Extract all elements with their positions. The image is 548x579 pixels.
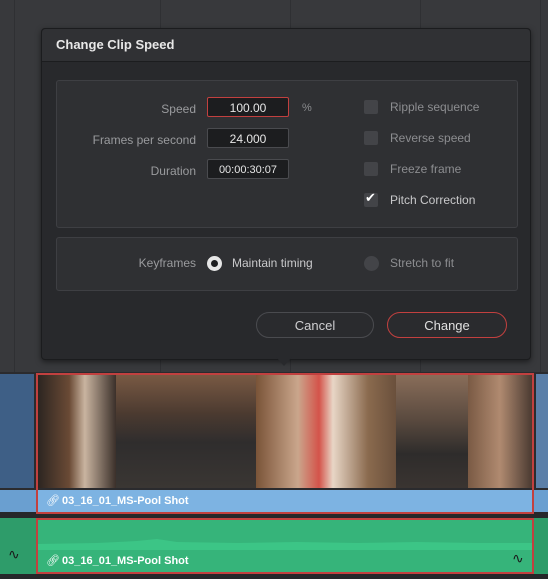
stretch-to-fit-label: Stretch to fit bbox=[390, 256, 455, 270]
selected-audio-clip-outline bbox=[36, 518, 534, 574]
speed-unit: % bbox=[302, 102, 312, 114]
freeze-frame-label: Freeze frame bbox=[390, 162, 462, 176]
pitch-correction-label: Pitch Correction bbox=[390, 193, 476, 207]
speed-label: Speed bbox=[161, 102, 196, 116]
dialog-title: Change Clip Speed bbox=[56, 37, 175, 52]
selected-video-clip-outline bbox=[36, 373, 534, 514]
ripple-sequence-label: Ripple sequence bbox=[390, 100, 480, 114]
fps-label: Frames per second bbox=[92, 133, 196, 147]
maintain-timing-label: Maintain timing bbox=[232, 256, 313, 270]
stretch-to-fit-radio[interactable] bbox=[364, 256, 379, 271]
speed-input[interactable]: 100.00 bbox=[207, 97, 289, 117]
ripple-sequence-checkbox[interactable] bbox=[364, 100, 378, 114]
dialog-title-bar[interactable]: Change Clip Speed bbox=[42, 29, 530, 62]
timeline-bottom-edge bbox=[0, 574, 548, 579]
checkmark-icon: ✔ bbox=[365, 190, 376, 205]
duration-input[interactable]: 00:00:30:07 bbox=[207, 159, 289, 179]
change-clip-speed-dialog: Change Clip Speed Speed 100.00 % Frames … bbox=[41, 28, 531, 360]
keyframes-label: Keyframes bbox=[138, 256, 196, 270]
cancel-button[interactable]: Cancel bbox=[256, 312, 374, 338]
radio-dot-icon bbox=[211, 260, 218, 267]
previous-clip-thumbnail[interactable] bbox=[0, 374, 34, 488]
pitch-correction-checkbox[interactable]: ✔ bbox=[364, 190, 378, 207]
maintain-timing-radio[interactable] bbox=[207, 256, 222, 271]
next-clip-thumbnail[interactable] bbox=[536, 374, 548, 488]
reverse-speed-label: Reverse speed bbox=[390, 131, 471, 145]
audio-curve-icon[interactable]: ∿ bbox=[8, 546, 20, 563]
freeze-frame-checkbox[interactable] bbox=[364, 162, 378, 176]
fps-input[interactable]: 24.000 bbox=[207, 128, 289, 148]
dialog-pointer bbox=[276, 357, 292, 366]
duration-label: Duration bbox=[150, 164, 196, 178]
reverse-speed-checkbox[interactable] bbox=[364, 131, 378, 145]
change-button[interactable]: Change bbox=[387, 312, 507, 338]
